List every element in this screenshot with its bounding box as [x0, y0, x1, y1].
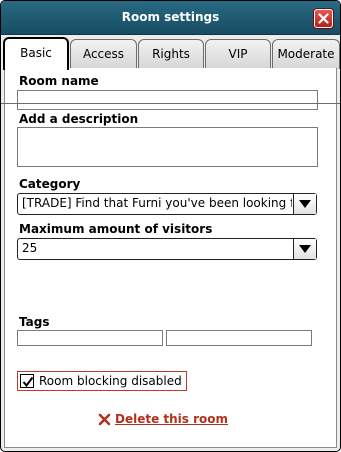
tag-input-1[interactable]	[18, 331, 162, 345]
tag-field-1[interactable]	[17, 330, 163, 346]
description-field[interactable]	[17, 127, 318, 167]
tab-basic[interactable]: Basic	[3, 37, 69, 70]
window-titlebar[interactable]: Room settings	[1, 1, 340, 35]
delete-room-row[interactable]: Delete this room	[98, 410, 228, 428]
tag-field-2[interactable]	[166, 330, 312, 346]
category-label: Category	[19, 177, 81, 191]
triangle-down-icon	[299, 200, 311, 208]
max-visitors-selected-value: 25	[22, 241, 38, 255]
room-blocking-label: Room blocking disabled	[39, 374, 182, 388]
close-icon	[318, 13, 329, 24]
room-name-label: Room name	[19, 74, 99, 88]
category-dropdown-arrow[interactable]	[293, 194, 316, 214]
room-name-input[interactable]	[18, 91, 317, 109]
category-dropdown[interactable]: [TRADE] Find that Furni you've been look…	[17, 193, 317, 215]
tab-access[interactable]: Access	[70, 39, 137, 69]
description-input[interactable]	[18, 128, 317, 166]
max-visitors-dropdown-arrow[interactable]	[293, 239, 316, 259]
max-visitors-dropdown[interactable]: 25	[17, 238, 317, 260]
category-selected-value: [TRADE] Find that Furni you've been look…	[22, 196, 292, 210]
room-name-field[interactable]	[17, 90, 318, 110]
description-label: Add a description	[19, 112, 139, 126]
tab-moderate[interactable]: Moderate	[272, 39, 340, 69]
checkmark-icon	[22, 376, 34, 388]
triangle-down-icon	[299, 245, 311, 253]
tab-vip[interactable]: VIP	[205, 39, 271, 69]
tags-label: Tags	[19, 315, 50, 329]
close-button[interactable]	[314, 9, 333, 28]
tag-input-2[interactable]	[167, 331, 311, 345]
delete-room-link[interactable]: Delete this room	[115, 412, 228, 426]
window-title: Room settings	[121, 10, 220, 24]
tab-bar: Basic Access Rights VIP Moderate	[1, 37, 340, 104]
max-visitors-label: Maximum amount of visitors	[19, 222, 213, 236]
tab-rights[interactable]: Rights	[138, 39, 204, 69]
tab-divider	[1, 103, 340, 104]
room-blocking-option[interactable]: Room blocking disabled	[17, 371, 187, 391]
room-blocking-checkbox[interactable]	[20, 374, 34, 388]
delete-x-icon	[98, 413, 111, 425]
room-settings-window: Room settings Basic Access Rights VIP Mo…	[0, 0, 341, 452]
